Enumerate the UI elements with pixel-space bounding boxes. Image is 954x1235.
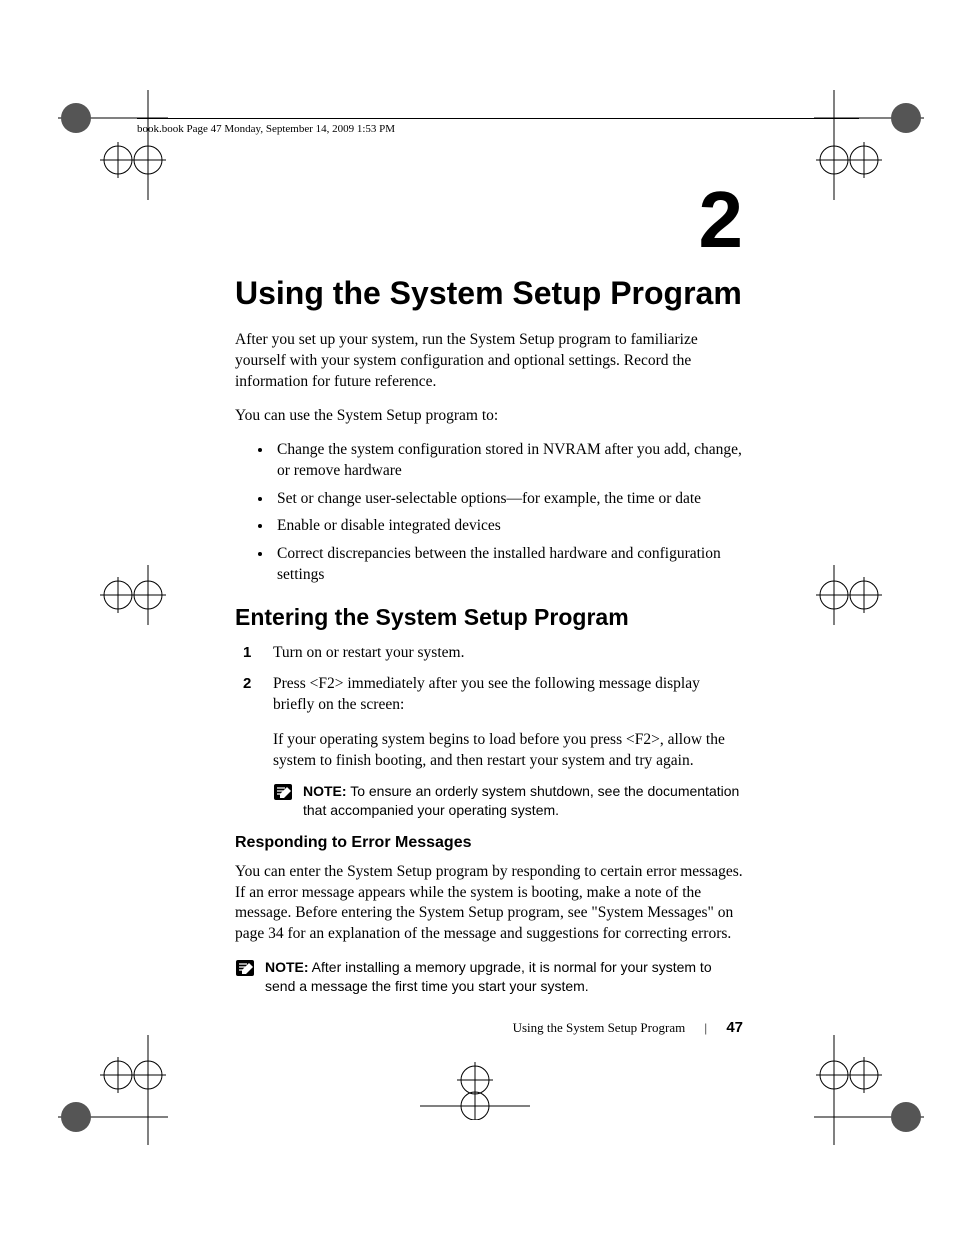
chapter-number: 2 <box>235 180 743 260</box>
page-content: 2 Using the System Setup Program After y… <box>235 180 743 1006</box>
note-text: NOTE: After installing a memory upgrade,… <box>265 958 743 996</box>
steps-list: 1Turn on or restart your system. 2Press … <box>235 643 743 716</box>
footer-title: Using the System Setup Program <box>513 1020 686 1035</box>
intro-bullet-list: Change the system configuration stored i… <box>235 440 743 587</box>
note-icon <box>273 783 293 806</box>
intro-paragraph-1: After you set up your system, run the Sy… <box>235 330 743 393</box>
header-rule <box>137 118 859 119</box>
running-header: book.book Page 47 Monday, September 14, … <box>137 123 395 135</box>
note-block: NOTE: To ensure an orderly system shutdo… <box>273 782 743 820</box>
subsection-heading-responding: Responding to Error Messages <box>235 834 743 852</box>
page-footer: Using the System Setup Program | 47 <box>235 1019 743 1036</box>
intro-paragraph-2: You can use the System Setup program to: <box>235 406 743 427</box>
crop-mark-top-left <box>58 90 168 200</box>
step-item: 1Turn on or restart your system. <box>235 643 743 664</box>
bullet-item: Correct discrepancies between the instal… <box>273 544 743 586</box>
step-item: 2Press <F2> immediately after you see th… <box>235 674 743 716</box>
bullet-item: Set or change user-selectable options—fo… <box>273 489 743 510</box>
crop-mark-top-right <box>814 90 924 200</box>
crop-mark-bottom-left <box>58 1035 168 1145</box>
chapter-title: Using the System Setup Program <box>235 275 743 312</box>
crop-mark-mid-left <box>58 565 168 625</box>
bullet-item: Enable or disable integrated devices <box>273 516 743 537</box>
page-number: 47 <box>726 1019 743 1036</box>
responding-paragraph: You can enter the System Setup program b… <box>235 862 743 946</box>
crop-mark-bottom-right <box>814 1035 924 1145</box>
step-text: Press <F2> immediately after you see the… <box>273 675 700 713</box>
note-block: NOTE: After installing a memory upgrade,… <box>235 958 743 996</box>
section-heading-entering: Entering the System Setup Program <box>235 604 743 631</box>
note-icon <box>235 959 255 982</box>
step-text: Turn on or restart your system. <box>273 644 464 661</box>
bullet-item: Change the system configuration stored i… <box>273 440 743 482</box>
footer-separator: | <box>704 1020 707 1035</box>
step-continuation: If your operating system begins to load … <box>273 730 743 772</box>
crop-mark-mid-right <box>814 565 924 625</box>
crop-mark-bottom-center <box>420 1060 530 1120</box>
note-text: NOTE: To ensure an orderly system shutdo… <box>303 782 743 820</box>
